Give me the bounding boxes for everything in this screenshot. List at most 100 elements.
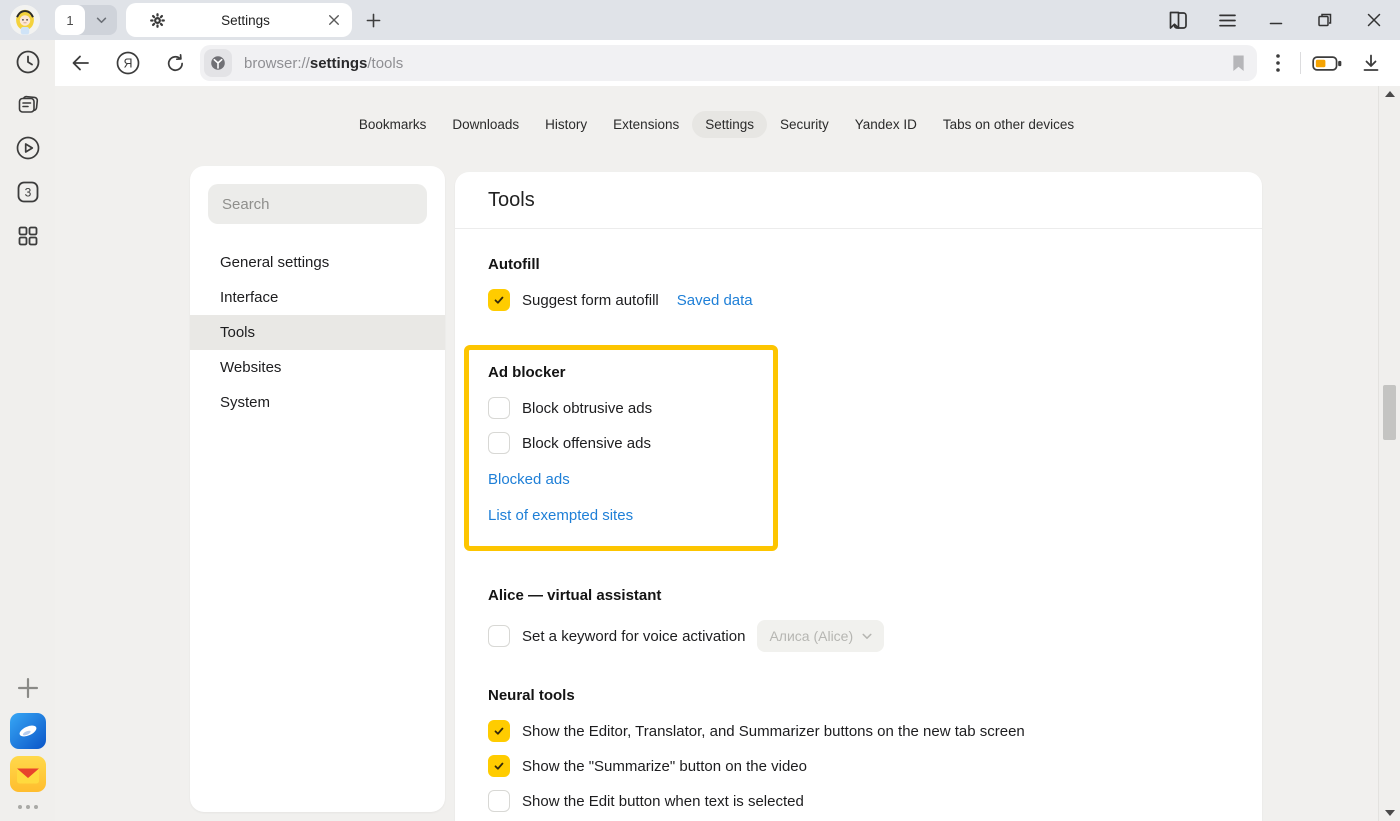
tabs-counter-icon[interactable]: 3	[15, 179, 41, 205]
maximize-button[interactable]	[1311, 6, 1339, 34]
nav-tab-settings[interactable]: Settings	[692, 111, 767, 138]
search-input[interactable]	[208, 184, 427, 224]
yandex-disk-icon[interactable]	[10, 713, 46, 749]
menu-icon[interactable]	[1213, 6, 1241, 34]
alice-avatar-icon	[10, 5, 40, 35]
close-button[interactable]	[1360, 6, 1388, 34]
setting-row-edit-button: Show the Edit button when text is select…	[488, 790, 1229, 812]
address-bar[interactable]: browser://settings/tools	[200, 45, 1257, 81]
add-panel-item-icon[interactable]	[17, 677, 39, 699]
section-neural-tools: Neural tools Show the Editor, Translator…	[488, 687, 1229, 812]
tab-close-icon[interactable]	[326, 12, 342, 28]
section-autofill: Autofill Suggest form autofill Saved dat…	[488, 256, 1229, 311]
back-button[interactable]	[65, 48, 95, 78]
setting-row-voice-keyword: Set a keyword for voice activation Алиса…	[488, 620, 1229, 652]
settings-sidebar: General settings Interface Tools Website…	[190, 166, 445, 812]
video-play-icon[interactable]	[15, 135, 41, 161]
checkbox-label: Show the Edit button when text is select…	[522, 793, 804, 810]
url-text: browser://settings/tools	[244, 55, 1231, 72]
scroll-down-arrow-icon[interactable]	[1385, 810, 1395, 816]
titlebar: 1 Settings	[0, 0, 1400, 40]
blocked-ads-link[interactable]: Blocked ads	[488, 471, 773, 488]
tab-group[interactable]: 1	[55, 5, 117, 35]
scrollbar[interactable]	[1378, 86, 1400, 821]
new-tab-button[interactable]	[366, 13, 381, 28]
nav-tab-bookmarks[interactable]: Bookmarks	[346, 111, 440, 138]
toolbar-divider	[1300, 52, 1301, 74]
feed-icon[interactable]	[15, 92, 41, 118]
setting-row-block-offensive: Block offensive ads	[488, 432, 773, 454]
reload-button[interactable]	[160, 48, 190, 78]
battery-icon[interactable]	[1308, 48, 1346, 78]
checkbox-label: Block offensive ads	[522, 435, 651, 452]
sidebar-menu: General settings Interface Tools Website…	[190, 245, 445, 420]
checkbox-label: Show the Editor, Translator, and Summari…	[522, 723, 1025, 740]
checkbox-block-obtrusive-ads[interactable]	[488, 397, 510, 419]
checkbox-suggest-form-autofill[interactable]	[488, 289, 510, 311]
checkbox-show-editor-buttons[interactable]	[488, 720, 510, 742]
gear-icon	[150, 13, 165, 28]
section-heading-ad-blocker: Ad blocker	[488, 364, 773, 381]
setting-row-suggest-autofill: Suggest form autofill Saved data	[488, 289, 1229, 311]
side-panel-icon[interactable]	[1164, 6, 1192, 34]
profile-avatar[interactable]	[10, 5, 40, 35]
setting-row-block-obtrusive: Block obtrusive ads	[488, 397, 773, 419]
checkbox-label: Block obtrusive ads	[522, 400, 652, 417]
scrollbar-thumb[interactable]	[1383, 385, 1396, 440]
yandex-mail-icon[interactable]	[10, 756, 46, 792]
content-header: Tools	[455, 172, 1262, 229]
ad-blocker-highlight-box: Ad blocker Block obtrusive ads Block of	[464, 345, 778, 551]
chevron-down-icon	[862, 633, 872, 640]
alice-keyword-dropdown[interactable]: Алиса (Alice)	[757, 620, 884, 652]
section-heading-alice: Alice — virtual assistant	[488, 587, 1229, 604]
svg-text:3: 3	[24, 186, 31, 200]
sidebar-item-tools[interactable]: Tools	[190, 315, 445, 350]
tab-settings[interactable]: Settings	[126, 3, 352, 37]
sidebar-item-general-settings[interactable]: General settings	[190, 245, 445, 280]
more-panels-icon[interactable]	[16, 804, 40, 810]
nav-tab-security[interactable]: Security	[767, 111, 842, 138]
sidebar-item-interface[interactable]: Interface	[190, 280, 445, 315]
svg-text:Я: Я	[123, 57, 132, 71]
section-heading-autofill: Autofill	[488, 256, 1229, 273]
browser-toolbar: Я browser://settings/tools	[55, 40, 1400, 86]
checkbox-edit-button-selection[interactable]	[488, 790, 510, 812]
nav-tab-history[interactable]: History	[532, 111, 600, 138]
sidebar-item-websites[interactable]: Websites	[190, 350, 445, 385]
kebab-menu-icon[interactable]	[1263, 48, 1293, 78]
nav-tab-yandex-id[interactable]: Yandex ID	[842, 111, 930, 138]
setting-row-editor-buttons: Show the Editor, Translator, and Summari…	[488, 720, 1229, 742]
history-icon[interactable]	[15, 49, 41, 75]
nav-tab-other-devices[interactable]: Tabs on other devices	[930, 111, 1087, 138]
scroll-up-arrow-icon[interactable]	[1385, 91, 1395, 97]
checkbox-label: Suggest form autofill	[522, 292, 659, 309]
tab-group-chevron-icon[interactable]	[85, 17, 117, 24]
yandex-home-button[interactable]: Я	[113, 48, 143, 78]
settings-nav: Bookmarks Downloads History Extensions S…	[55, 111, 1378, 138]
sidebar-item-system[interactable]: System	[190, 385, 445, 420]
tab-group-counter[interactable]: 1	[55, 5, 85, 35]
checkbox-voice-keyword[interactable]	[488, 625, 510, 647]
apps-grid-icon[interactable]	[15, 223, 41, 249]
settings-content: Tools Autofill Suggest form autofill Sav…	[455, 172, 1262, 821]
section-heading-neural: Neural tools	[488, 687, 1229, 704]
setting-row-summarize-video: Show the "Summarize" button on the video	[488, 755, 1229, 777]
nav-tab-extensions[interactable]: Extensions	[600, 111, 692, 138]
checkbox-summarize-video[interactable]	[488, 755, 510, 777]
section-alice: Alice — virtual assistant Set a keyword …	[488, 587, 1229, 652]
nav-tab-downloads[interactable]: Downloads	[439, 111, 532, 138]
settings-page: Bookmarks Downloads History Extensions S…	[55, 86, 1400, 821]
page-title: Tools	[488, 189, 535, 212]
left-rail: 3	[0, 40, 55, 821]
tab-title: Settings	[165, 13, 326, 28]
dropdown-value: Алиса (Alice)	[769, 628, 853, 644]
downloads-icon[interactable]	[1356, 48, 1386, 78]
checkbox-label: Set a keyword for voice activation	[522, 628, 745, 645]
checkbox-block-offensive-ads[interactable]	[488, 432, 510, 454]
checkbox-label: Show the "Summarize" button on the video	[522, 758, 807, 775]
minimize-button[interactable]	[1262, 6, 1290, 34]
saved-data-link[interactable]: Saved data	[677, 292, 753, 309]
bookmark-icon[interactable]	[1231, 54, 1246, 73]
protect-shield-icon[interactable]	[204, 49, 232, 77]
exempted-sites-link[interactable]: List of exempted sites	[488, 507, 773, 524]
